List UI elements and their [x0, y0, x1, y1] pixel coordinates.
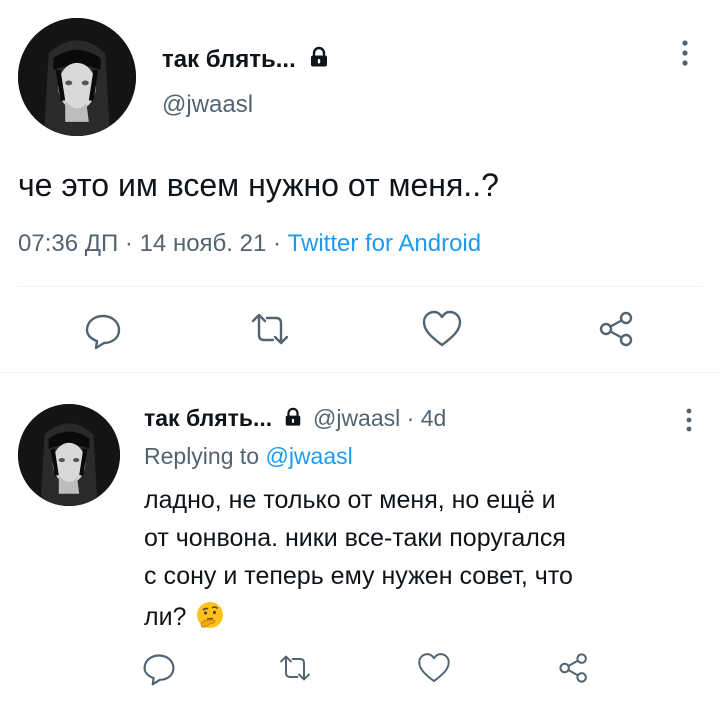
- share-icon[interactable]: [557, 651, 591, 685]
- divider: [0, 372, 720, 373]
- meta-separator: ·: [124, 230, 133, 257]
- tweet-time[interactable]: 07:36 ДП: [18, 230, 118, 257]
- reply-icon[interactable]: [83, 311, 123, 351]
- meta-separator-2: ·: [273, 230, 281, 257]
- reply-icon[interactable]: [141, 651, 177, 687]
- reply-header: так блять... @jwaasl · 4d: [144, 405, 446, 433]
- divider: [18, 286, 702, 287]
- tweet-source[interactable]: Twitter for Android: [288, 230, 481, 257]
- retweet-icon[interactable]: [277, 651, 313, 685]
- retweet-icon[interactable]: [248, 309, 292, 349]
- reply-handle[interactable]: @jwaasl: [313, 405, 400, 431]
- more-vertical-icon[interactable]: [677, 36, 693, 72]
- tweet-date[interactable]: 14 нояб. 21: [140, 230, 267, 257]
- heart-icon[interactable]: [420, 309, 464, 349]
- display-name[interactable]: так блять...: [162, 46, 330, 75]
- avatar[interactable]: [18, 18, 136, 136]
- share-icon[interactable]: [597, 309, 637, 349]
- reply-text-line-2: от чонвона. ники все-таки поругался: [144, 524, 566, 552]
- tweet-text: че это им всем нужно от меня..?: [18, 167, 499, 203]
- reply-text-line-3: с сону и теперь ему нужен совет, что: [144, 562, 573, 590]
- reply-display-name[interactable]: так блять...: [144, 405, 272, 431]
- reply-text-line-4: ли?: [144, 600, 225, 637]
- reply-age[interactable]: · 4d: [407, 405, 447, 431]
- thinking-face-emoji: [195, 600, 225, 637]
- handle[interactable]: @jwaasl: [162, 91, 253, 119]
- tweet-meta: 07:36 ДП · 14 нояб. 21 · Twitter for And…: [18, 230, 481, 258]
- more-vertical-icon[interactable]: [681, 405, 697, 437]
- heart-icon[interactable]: [416, 651, 452, 685]
- replying-to: Replying to @jwaasl: [144, 443, 353, 470]
- replying-to-label: Replying to: [144, 443, 260, 469]
- lock-icon: [308, 46, 330, 75]
- lock-icon: [283, 406, 303, 433]
- reply-text-line-4-text: ли?: [144, 603, 187, 632]
- reply-avatar[interactable]: [18, 404, 120, 506]
- reply-text-line-1: ладно, не только от меня, но ещё и: [144, 486, 556, 514]
- display-name-text: так блять...: [162, 46, 296, 73]
- replying-to-handle[interactable]: @jwaasl: [265, 443, 352, 469]
